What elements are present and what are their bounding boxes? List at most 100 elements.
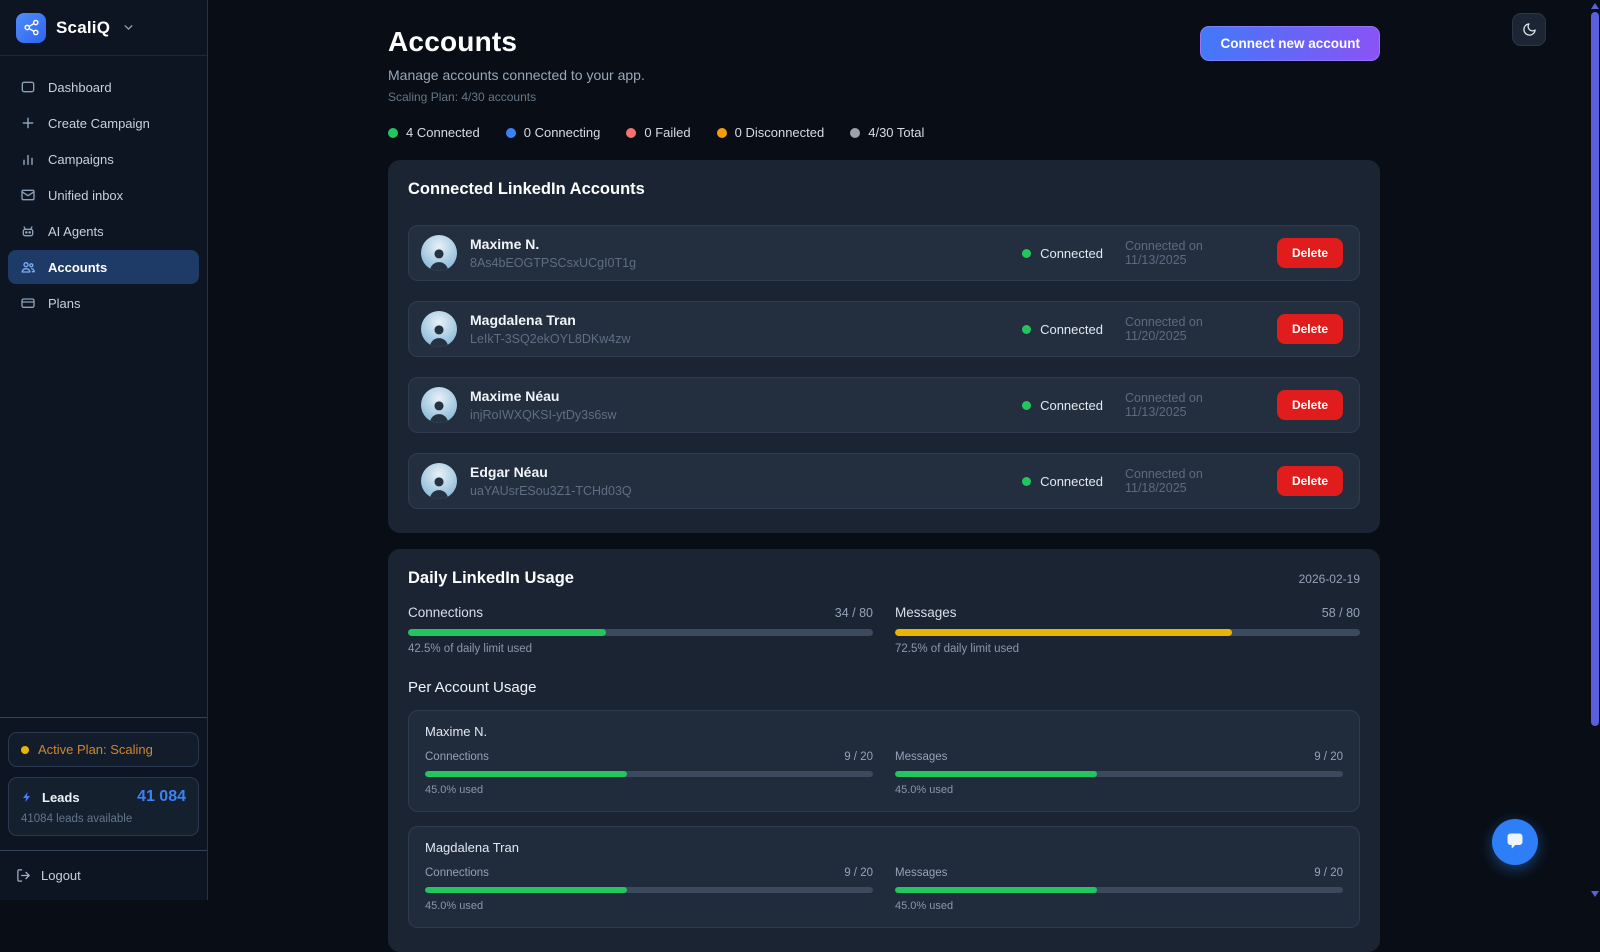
progress-track (895, 887, 1343, 893)
usage-metric: Messages 58 / 80 72.5% of daily limit us… (895, 605, 1360, 655)
status-legend-item: 4/30 Total (850, 125, 924, 140)
progress-fill (895, 629, 1232, 636)
connected-accounts-title: Connected LinkedIn Accounts (408, 180, 1360, 199)
credit-card-icon (20, 295, 36, 311)
connected-date: Connected on 11/13/2025 (1125, 391, 1259, 419)
plus-icon (20, 115, 36, 131)
logout-button[interactable]: Logout (0, 851, 207, 900)
status-legend-item: 0 Connecting (506, 125, 601, 140)
account-name: Maxime N. (470, 236, 636, 252)
chat-widget-button[interactable] (1492, 819, 1538, 865)
connect-new-account-button[interactable]: Connect new account (1200, 26, 1380, 61)
account-row: Maxime Néau injRoIWXQKSI-ytDy3s6sw Conne… (408, 377, 1360, 433)
sidebar-item-create-campaign[interactable]: Create Campaign (8, 106, 199, 140)
status-legend-item: 4 Connected (388, 125, 480, 140)
connection-status: Connected (1022, 322, 1103, 337)
sidebar-item-label: Dashboard (48, 80, 112, 95)
account-row: Magdalena Tran LeIkT-3SQ2ekOYL8DKw4zw Co… (408, 301, 1360, 357)
scroll-down-arrow-icon[interactable] (1591, 891, 1599, 897)
logout-label: Logout (41, 868, 81, 883)
status-legend-item: 0 Disconnected (717, 125, 825, 140)
metric-label: Messages (895, 605, 957, 620)
progress-track (425, 887, 873, 893)
person-icon (426, 397, 452, 423)
person-icon (426, 245, 452, 271)
divider (0, 717, 207, 718)
delete-button[interactable]: Delete (1277, 314, 1343, 344)
sidebar-item-accounts[interactable]: Accounts (8, 250, 199, 284)
metric-caption: 42.5% of daily limit used (408, 643, 873, 655)
connected-dot-icon (1022, 325, 1031, 334)
users-icon (20, 259, 36, 275)
status-legend-label: 4 Connected (406, 125, 480, 140)
avatar (421, 387, 457, 423)
daily-usage-title: Daily LinkedIn Usage (408, 569, 574, 588)
metric-caption: 72.5% of daily limit used (895, 643, 1360, 655)
page-title: Accounts (388, 26, 645, 58)
connected-dot-icon (1022, 401, 1031, 410)
brand-name: ScaliQ (56, 18, 110, 38)
metric-label: Connections (425, 867, 489, 879)
status-dot-icon (506, 128, 516, 138)
account-row: Maxime N. 8As4bEOGTPSCsxUCgI0T1g Connect… (408, 225, 1360, 281)
connection-status: Connected (1022, 246, 1103, 261)
sidebar-item-label: Plans (48, 296, 81, 311)
moon-icon (1522, 22, 1537, 37)
progress-fill (425, 887, 627, 893)
account-id: injRoIWXQKSI-ytDy3s6sw (470, 408, 617, 422)
theme-toggle-button[interactable] (1512, 13, 1546, 46)
metric-label: Connections (408, 605, 483, 620)
sidebar-item-dashboard[interactable]: Dashboard (8, 70, 199, 104)
avatar (421, 311, 457, 347)
usage-metric: Connections 9 / 20 45.0% used (425, 867, 873, 912)
progress-track (425, 771, 873, 777)
metric-caption: 45.0% used (425, 784, 873, 796)
scroll-up-arrow-icon[interactable] (1591, 3, 1599, 9)
metric-value: 34 / 80 (835, 606, 873, 620)
per-account-name: Maxime N. (425, 724, 1343, 739)
usage-metric: Connections 34 / 80 42.5% of daily limit… (408, 605, 873, 655)
avatar (421, 463, 457, 499)
delete-button[interactable]: Delete (1277, 390, 1343, 420)
daily-usage-card: Daily LinkedIn Usage 2026-02-19 Connecti… (388, 549, 1380, 952)
scrollbar-thumb[interactable] (1591, 12, 1599, 726)
envelope-icon (20, 187, 36, 203)
leads-label: Leads (42, 790, 80, 805)
bar-chart-icon (20, 151, 36, 167)
per-account-usage-card: Magdalena Tran Connections 9 / 20 45.0% … (408, 826, 1360, 928)
robot-icon (20, 223, 36, 239)
connection-status: Connected (1022, 398, 1103, 413)
connected-dot-icon (1022, 249, 1031, 258)
metric-value: 9 / 20 (1314, 751, 1343, 763)
metric-value: 9 / 20 (1314, 867, 1343, 879)
progress-fill (895, 771, 1097, 777)
metric-caption: 45.0% used (895, 900, 1343, 912)
progress-fill (408, 629, 606, 636)
connected-date: Connected on 11/18/2025 (1125, 467, 1259, 495)
delete-button[interactable]: Delete (1277, 466, 1343, 496)
sidebar-nav: Dashboard Create Campaign Campaigns Unif… (0, 56, 207, 320)
status-dot-icon (388, 128, 398, 138)
sidebar-item-unified-inbox[interactable]: Unified inbox (8, 178, 199, 212)
main-area: Accounts Manage accounts connected to yo… (208, 0, 1600, 900)
connection-status: Connected (1022, 474, 1103, 489)
sidebar-item-plans[interactable]: Plans (8, 286, 199, 320)
leads-count: 41 084 (137, 788, 186, 806)
plan-note: Scaling Plan: 4/30 accounts (388, 90, 645, 104)
avatar (421, 235, 457, 271)
status-dot-icon (626, 128, 636, 138)
metric-label: Connections (425, 751, 489, 763)
plan-status-dot-icon (21, 746, 29, 754)
brand-menu[interactable]: ScaliQ (0, 0, 207, 56)
connected-accounts-card: Connected LinkedIn Accounts Maxime N. 8A… (388, 160, 1380, 533)
metric-label: Messages (895, 867, 947, 879)
scrollbar (1589, 0, 1600, 900)
sidebar-item-campaigns[interactable]: Campaigns (8, 142, 199, 176)
leads-widget: Leads 41 084 41084 leads available (8, 777, 199, 836)
active-plan-badge: Active Plan: Scaling (8, 732, 199, 767)
leads-bolt-icon (21, 791, 33, 803)
delete-button[interactable]: Delete (1277, 238, 1343, 268)
sidebar-item-ai-agents[interactable]: AI Agents (8, 214, 199, 248)
metric-caption: 45.0% used (895, 784, 1343, 796)
leads-caption: 41084 leads available (21, 813, 186, 825)
